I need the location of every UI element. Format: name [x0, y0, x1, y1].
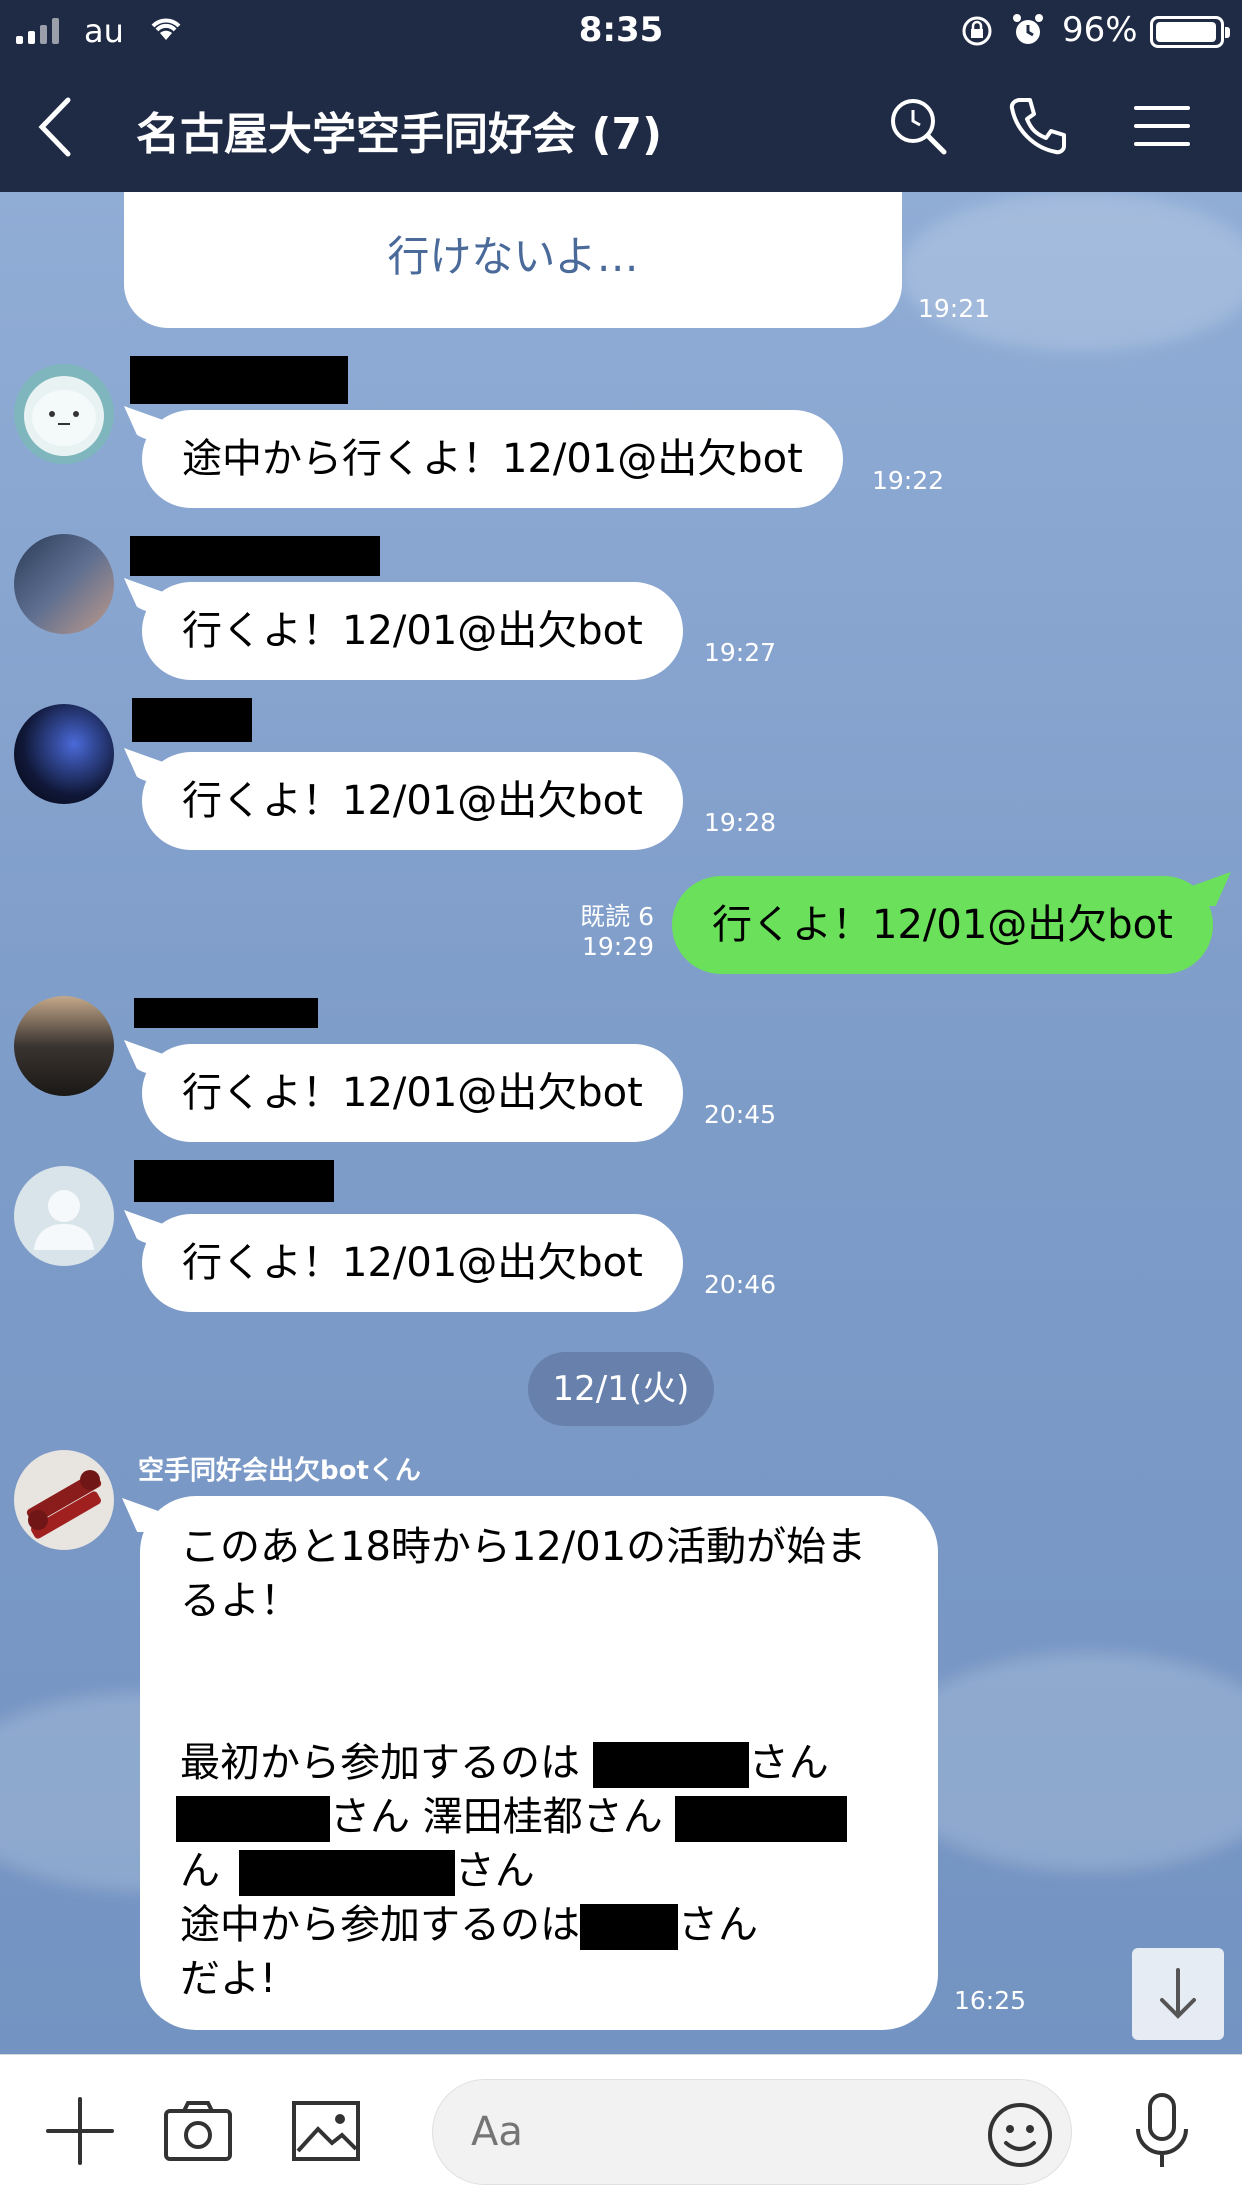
message-text: 途中から行くよ！12/01@出欠bot — [182, 436, 803, 482]
search-icon — [891, 99, 947, 155]
bot-text: ん — [180, 1848, 220, 1894]
message-input[interactable] — [432, 2079, 1072, 2185]
bot-text-line: だよ! — [180, 1956, 277, 2002]
plus-button[interactable] — [40, 2091, 120, 2171]
redacted-name — [134, 998, 318, 1028]
message-bubble[interactable]: 行くよ！12/01@出欠bot — [142, 1214, 683, 1312]
bot-text: さん — [454, 1848, 535, 1894]
message-text: 行くよ！12/01@出欠bot — [182, 778, 643, 824]
message-time: 20:45 — [704, 1100, 777, 1129]
message-bubble[interactable]: 行けないよ… — [124, 192, 902, 328]
redacted-name — [132, 698, 252, 742]
camera-button[interactable] — [158, 2091, 238, 2171]
message-time: 19:21 — [918, 294, 991, 323]
bot-text: さん — [748, 1740, 829, 1786]
message-bubble[interactable]: 行くよ！12/01@出欠bot — [142, 582, 683, 680]
message-text: 行くよ！12/01@出欠bot — [182, 1070, 643, 1116]
mic-icon — [1136, 2093, 1188, 2167]
avatar[interactable] — [14, 996, 114, 1096]
call-button[interactable] — [1006, 94, 1070, 158]
search-button[interactable] — [886, 94, 950, 158]
mic-button[interactable] — [1122, 2091, 1202, 2171]
date-separator: 12/1(火) — [528, 1352, 714, 1426]
bot-text-line: 途中から参加するのは さん — [180, 1898, 898, 1952]
own-message-bubble[interactable]: 行くよ！12/01@出欠bot — [672, 876, 1213, 974]
phone-icon — [1009, 98, 1066, 155]
bot-text: さん — [678, 1902, 758, 1948]
bot-text-line: このあと18時から12/01の活動が始ま — [180, 1524, 867, 1570]
read-count: 既読 6 — [580, 902, 654, 931]
bot-text: さん 澤田桂都さん — [330, 1794, 663, 1840]
redacted-name — [130, 536, 380, 576]
chat-title: 名古屋大学空手同好会 (7) — [136, 109, 663, 160]
bot-text: 最初から参加するのは — [180, 1740, 580, 1786]
message-bubble[interactable]: 途中から行くよ！12/01@出欠bot — [142, 410, 843, 508]
arrow-down-icon — [1160, 1968, 1196, 2019]
battery-fill — [1156, 22, 1216, 42]
background-cloud — [900, 192, 1242, 352]
avatar[interactable] — [14, 364, 114, 464]
emoji-button[interactable] — [984, 2099, 1056, 2171]
read-receipt: 既読 6 19:29 — [560, 902, 654, 962]
status-time: 8:35 — [578, 10, 664, 50]
message-text: 行くよ！12/01@出欠bot — [182, 608, 643, 654]
sender-name: 空手同好会出欠botくん — [138, 1456, 421, 1486]
avatar[interactable] — [14, 704, 114, 804]
bot-text-line: さん 澤田桂都さん — [176, 1790, 898, 1844]
alarm-icon — [1012, 12, 1044, 52]
scroll-to-bottom-button[interactable] — [1132, 1948, 1224, 2040]
status-bar: au 8:35 96% — [0, 0, 1242, 62]
bot-text-line: ん さん — [180, 1844, 898, 1898]
camera-icon — [164, 2101, 232, 2161]
plus-icon — [46, 2097, 114, 2165]
back-button[interactable] — [30, 92, 80, 162]
message-text: 行くよ！12/01@出欠bot — [182, 1240, 643, 1286]
redacted-name — [580, 1904, 678, 1950]
menu-icon — [1134, 106, 1190, 146]
message-time: 19:29 — [581, 932, 654, 961]
message-bubble[interactable]: 行くよ！12/01@出欠bot — [142, 1044, 683, 1142]
message-time: 19:22 — [872, 466, 945, 495]
top-bar: au 8:35 96% 名古屋大学空手同好会 (7) — [0, 0, 1242, 192]
message-time: 16:25 — [954, 1986, 1027, 2015]
menu-button[interactable] — [1130, 94, 1194, 158]
message-time: 19:28 — [704, 808, 777, 837]
redacted-name — [176, 1796, 330, 1842]
bot-text: 途中から参加するのは — [180, 1902, 580, 1948]
image-button[interactable] — [286, 2091, 366, 2171]
orientation-lock-icon — [960, 14, 994, 52]
message-text: 行けないよ… — [387, 232, 639, 281]
back-chevron-icon — [38, 97, 71, 157]
bot-text-line: るよ！ — [180, 1578, 300, 1624]
default-avatar-icon[interactable] — [14, 1166, 114, 1266]
message-time: 20:46 — [704, 1270, 777, 1299]
avatar[interactable] — [14, 534, 114, 634]
message-bubble[interactable]: 行くよ！12/01@出欠bot — [142, 752, 683, 850]
redacted-name — [238, 1850, 455, 1896]
bot-message-bubble[interactable]: このあと18時から12/01の活動が始ま るよ！ 最初から参加するのは さん さ… — [140, 1496, 938, 2030]
redacted-name — [134, 1160, 334, 1202]
bot-text-line: 最初から参加するのは さん — [180, 1736, 898, 1790]
chat-area[interactable]: 行けないよ… 19:21 途中から行くよ！12/01@出欠bot 19:22 行… — [0, 192, 1242, 2054]
message-text: 行くよ！12/01@出欠bot — [712, 902, 1173, 948]
input-bar — [0, 2054, 1242, 2208]
battery-percent: 96% — [1062, 10, 1138, 50]
chat-header: 名古屋大学空手同好会 (7) — [0, 62, 1242, 192]
redacted-name — [592, 1742, 749, 1788]
battery-icon — [1150, 16, 1230, 48]
image-icon — [292, 2101, 360, 2161]
redacted-name — [130, 356, 348, 404]
redacted-name — [675, 1796, 848, 1842]
emoji-icon — [988, 2103, 1052, 2167]
message-time: 19:27 — [704, 638, 777, 667]
avatar[interactable] — [14, 1450, 114, 1550]
